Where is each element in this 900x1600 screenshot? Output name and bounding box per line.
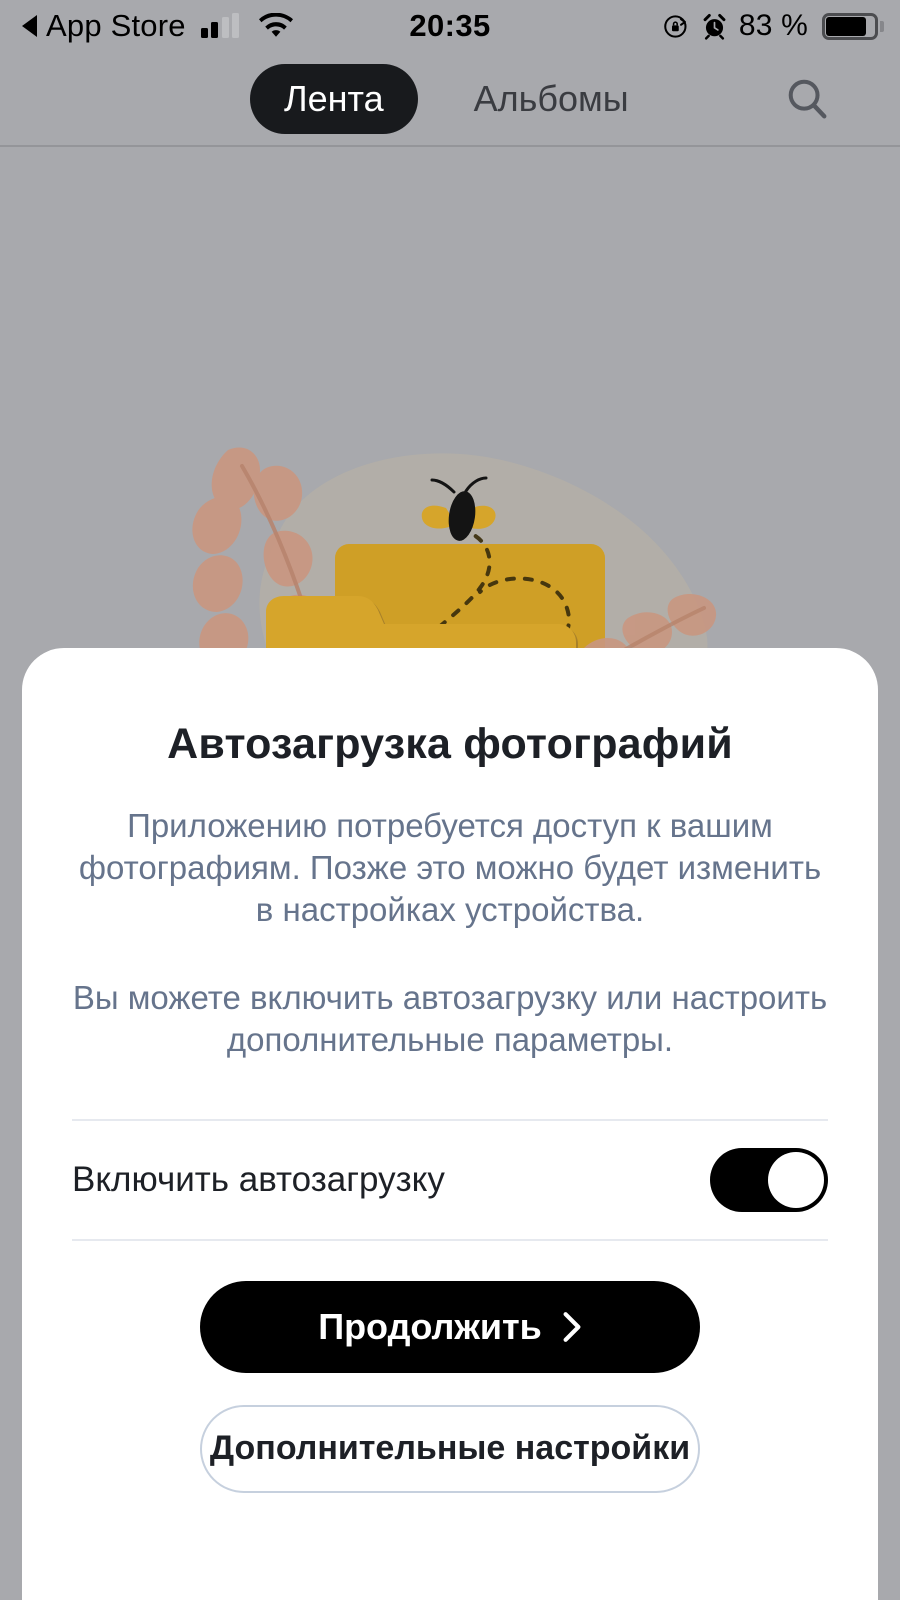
back-app-label[interactable]: App Store <box>46 8 186 44</box>
continue-button-label: Продолжить <box>318 1305 542 1347</box>
advanced-settings-label: Дополнительные настройки <box>209 1429 691 1468</box>
battery-percent-label: 83 % <box>738 9 808 42</box>
autoupload-toggle-label: Включить автозагрузку <box>72 1159 445 1199</box>
wifi-icon <box>259 13 294 37</box>
alarm-clock-icon <box>703 13 726 40</box>
navigation-bar: Лента Альбомы <box>0 52 900 147</box>
advanced-settings-button[interactable]: Дополнительные настройки <box>200 1404 700 1493</box>
sheet-title: Автозагрузка фотографий <box>167 720 733 768</box>
status-bar: App Store 20:35 83 % <box>0 0 900 52</box>
status-bar-clock: 20:35 <box>409 8 491 43</box>
description-paragraph-1: Приложению потребуется доступ к вашим фо… <box>78 807 822 928</box>
rotation-lock-icon <box>664 14 687 38</box>
permission-bottom-sheet: Автозагрузка фотографий Приложению потре… <box>22 648 878 1600</box>
status-bar-left[interactable]: App Store <box>22 8 294 44</box>
autoupload-toggle-row[interactable]: Включить автозагрузку <box>22 1121 878 1239</box>
toggle-knob <box>768 1151 824 1208</box>
tab-feed[interactable]: Лента <box>250 63 418 134</box>
sheet-description: Приложению потребуется доступ к вашим фо… <box>22 805 878 1061</box>
sheet-actions: Продолжить Дополнительные настройки <box>22 1280 878 1493</box>
tab-albums[interactable]: Альбомы <box>440 64 663 134</box>
back-triangle-icon[interactable] <box>22 15 37 37</box>
continue-button[interactable]: Продолжить <box>200 1280 700 1373</box>
chevron-right-icon <box>563 1311 581 1342</box>
phone-screen: App Store 20:35 83 % Лента Альбомы Автоз… <box>0 0 900 1600</box>
autoupload-toggle-switch[interactable] <box>710 1147 828 1212</box>
description-paragraph-2: Вы можете включить автозагрузку или наст… <box>72 978 828 1058</box>
divider-bottom <box>72 1238 828 1241</box>
battery-icon <box>822 12 884 40</box>
cellular-signal-icon <box>200 13 240 38</box>
search-icon[interactable] <box>784 76 830 122</box>
status-bar-right: 83 % <box>663 9 884 43</box>
